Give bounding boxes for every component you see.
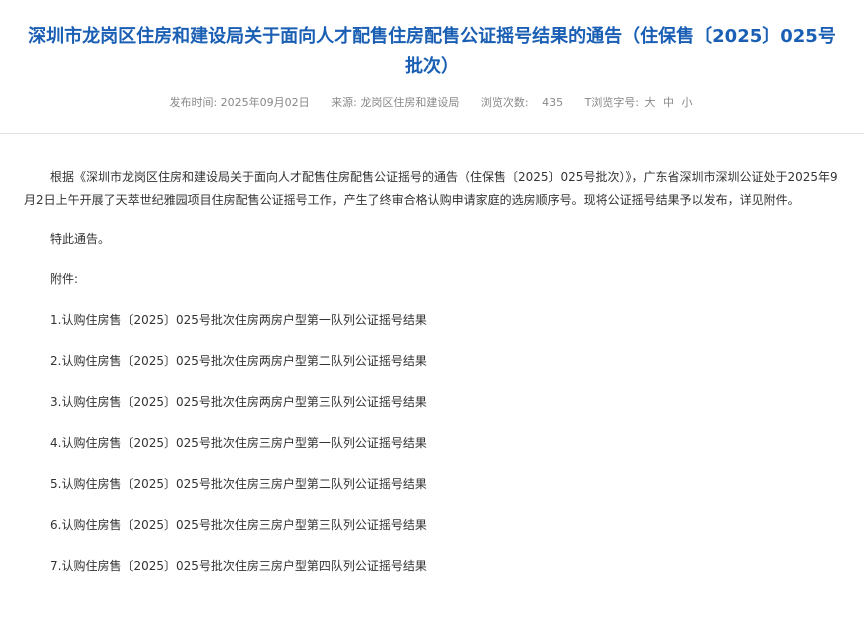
article-meta: 发布时间: 2025年09月02日 来源: 龙岗区住房和建设局 浏览次数: 43… [0,94,864,112]
views-info: 浏览次数: 435 [481,94,563,112]
article-page: 深圳市龙岗区住房和建设局关于面向人才配售住房配售公证摇号结果的通告（住保售〔20… [0,0,864,628]
font-size-large-link[interactable]: 大 [645,96,656,109]
attachment-link[interactable]: 4.认购住房售〔2025〕025号批次住房三房户型第一队列公证摇号结果 [24,435,848,451]
notice-paragraph: 特此通告。 [50,232,111,246]
font-size-medium-link[interactable]: 中 [663,96,674,109]
publish-label: 发布时间: [169,96,218,109]
publish-info: 发布时间: 2025年09月02日 [169,94,309,112]
attachment-link[interactable]: 2.认购住房售〔2025〕025号批次住房两房户型第二队列公证摇号结果 [24,353,848,369]
attachment-link[interactable]: 6.认购住房售〔2025〕025号批次住房三房户型第三队列公证摇号结果 [24,517,848,533]
publish-date: 2025年09月02日 [220,96,310,109]
source-info: 来源: 龙岗区住房和建设局 [331,94,459,112]
font-size-control: T浏览字号: 大 中 小 [585,94,695,112]
source-value: 龙岗区住房和建设局 [360,96,460,109]
attachment-link[interactable]: 3.认购住房售〔2025〕025号批次住房两房户型第三队列公证摇号结果 [24,394,848,410]
article-title: 深圳市龙岗区住房和建设局关于面向人才配售住房配售公证摇号结果的通告（住保售〔20… [28,26,836,77]
attachments-label: 附件: [50,272,79,286]
article-body: 根据《深圳市龙岗区住房和建设局关于面向人才配售住房配售公证摇号的通告（住保售〔2… [24,166,848,574]
attachment-link[interactable]: 7.认购住房售〔2025〕025号批次住房三房户型第四队列公证摇号结果 [24,558,848,574]
intro-paragraph: 根据《深圳市龙岗区住房和建设局关于面向人才配售住房配售公证摇号的通告（住保售〔2… [24,170,838,207]
views-count: 435 [542,96,564,109]
attachment-link[interactable]: 5.认购住房售〔2025〕025号批次住房三房户型第二队列公证摇号结果 [24,476,848,492]
attachment-list: 1.认购住房售〔2025〕025号批次住房两房户型第一队列公证摇号结果 2.认购… [24,312,848,574]
source-label: 来源: [331,96,357,109]
header-divider [0,133,864,134]
attachment-link[interactable]: 1.认购住房售〔2025〕025号批次住房两房户型第一队列公证摇号结果 [24,312,848,328]
font-size-small-link[interactable]: 小 [682,96,693,109]
font-size-label: T浏览字号: [584,96,640,109]
views-label: 浏览次数: [480,96,529,109]
